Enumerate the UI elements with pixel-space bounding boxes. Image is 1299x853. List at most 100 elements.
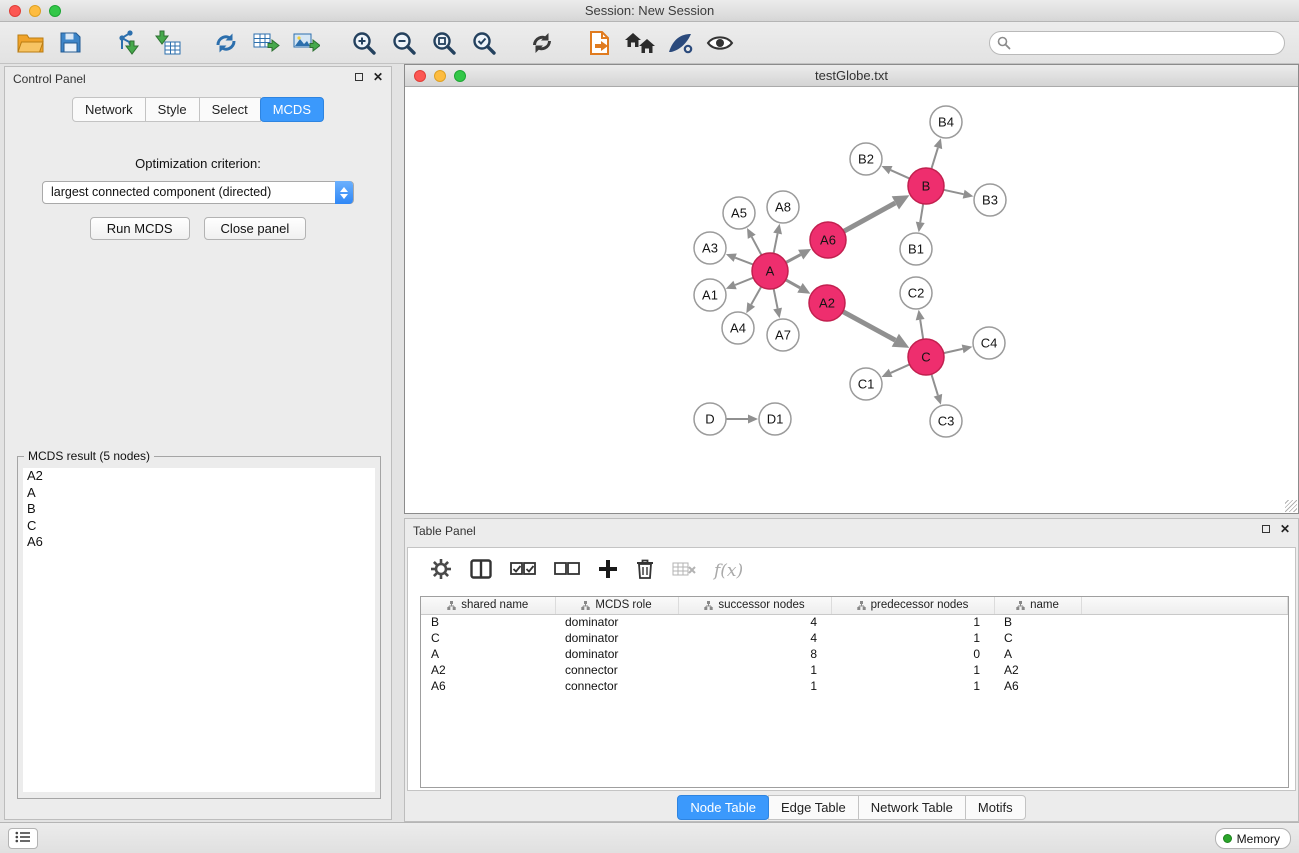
graph-node-C3[interactable]: C3 [930,405,962,437]
task-history-button[interactable] [8,828,38,849]
run-mcds-button[interactable]: Run MCDS [90,217,190,240]
show-columns-icon[interactable] [470,559,492,584]
svg-text:B: B [922,179,931,194]
column-header-shared-name[interactable]: shared name [421,597,555,614]
deselect-all-icon[interactable] [554,562,580,581]
add-row-icon[interactable] [598,559,618,584]
close-window-button[interactable] [9,5,21,17]
zoom-fit-icon[interactable] [428,27,460,59]
graph-node-A3[interactable]: A3 [694,232,726,264]
tab-node-table[interactable]: Node Table [677,795,769,820]
svg-text:A1: A1 [702,288,718,303]
style-brush-icon[interactable] [664,27,696,59]
tab-style[interactable]: Style [145,97,200,122]
column-header-name[interactable]: name [994,597,1081,614]
zoom-out-icon[interactable] [388,27,420,59]
cell: C [994,630,1081,646]
graph-node-C1[interactable]: C1 [850,368,882,400]
tab-mcds[interactable]: MCDS [260,97,324,122]
cell: A [994,646,1081,662]
close-panel-button[interactable]: Close panel [204,217,307,240]
graph-node-D[interactable]: D [694,403,726,435]
window-title: Session: New Session [585,3,714,18]
table-float-panel-icon[interactable] [1262,525,1270,533]
zoom-in-icon[interactable] [348,27,380,59]
result-item-a2[interactable]: A2 [23,468,375,485]
optimization-criterion-label: Optimization criterion: [5,156,391,171]
svg-text:B1: B1 [908,242,924,257]
folder-open-icon[interactable] [14,27,46,59]
tab-edge-table[interactable]: Edge Table [768,795,859,820]
main-toolbar [0,22,1299,64]
zoom-window-button[interactable] [49,5,61,17]
cell: B [421,614,555,630]
graph-node-B1[interactable]: B1 [900,233,932,265]
search-input[interactable] [989,31,1285,55]
minimize-window-button[interactable] [29,5,41,17]
graph-node-D1[interactable]: D1 [759,403,791,435]
zoom-selected-icon[interactable] [468,27,500,59]
result-item-a6[interactable]: A6 [23,534,375,551]
memory-button[interactable]: Memory [1215,828,1291,849]
criterion-dropdown[interactable]: largest connected component (directed) [42,181,354,204]
graph-node-B4[interactable]: B4 [930,106,962,138]
home-icon[interactable] [624,27,656,59]
graph-node-A5[interactable]: A5 [723,197,755,229]
result-item-b[interactable]: B [23,501,375,518]
tab-network[interactable]: Network [72,97,146,122]
graph-node-A7[interactable]: A7 [767,319,799,351]
sync-network-icon[interactable] [210,27,242,59]
graph-node-B2[interactable]: B2 [850,143,882,175]
column-header-predecessor-nodes[interactable]: predecessor nodes [831,597,994,614]
network-minimize-button[interactable] [434,70,446,82]
import-table-icon[interactable] [152,27,184,59]
select-all-icon[interactable] [510,562,536,581]
table-panel: Table Panel ✕ [404,518,1299,822]
column-header-successor-nodes[interactable]: successor nodes [678,597,831,614]
gear-icon[interactable] [430,558,452,585]
result-item-a[interactable]: A [23,485,375,502]
graph-node-C4[interactable]: C4 [973,327,1005,359]
graph-node-B[interactable]: B [908,168,944,204]
graph-node-C2[interactable]: C2 [900,277,932,309]
delete-row-icon[interactable] [636,558,654,584]
graph-node-A4[interactable]: A4 [722,312,754,344]
network-close-button[interactable] [414,70,426,82]
tab-select[interactable]: Select [199,97,261,122]
graph-arrowhead [962,345,973,354]
close-panel-icon[interactable]: ✕ [373,72,383,82]
mcds-result-list: A2ABCA6 [23,468,375,792]
table-row-a[interactable]: Adominator80A [421,646,1288,662]
save-icon[interactable] [54,27,86,59]
graph-node-A[interactable]: A [752,253,788,289]
graph-node-A1[interactable]: A1 [694,279,726,311]
graph-edge-B-B4 [931,148,938,169]
graph-node-C[interactable]: C [908,339,944,375]
refresh-icon[interactable] [526,27,558,59]
network-zoom-button[interactable] [454,70,466,82]
network-canvas[interactable]: B4 B2 B B3 A8 A5 A6 A3 B1 A C2 A1 A2 A4 A7 C4 C C1 C3 D D1 [405,88,1298,513]
export-image-icon[interactable] [290,27,322,59]
export-document-icon[interactable] [584,27,616,59]
table-row-b[interactable]: Bdominator41B [421,614,1288,630]
svg-text:A2: A2 [819,296,835,311]
table-row-a2[interactable]: A2connector11A2 [421,662,1288,678]
graph-node-A6[interactable]: A6 [810,222,846,258]
tab-motifs[interactable]: Motifs [965,795,1026,820]
table-row-c[interactable]: Cdominator41C [421,630,1288,646]
graph-node-A8[interactable]: A8 [767,191,799,223]
export-table-icon[interactable] [250,27,282,59]
tab-network-table[interactable]: Network Table [858,795,966,820]
float-panel-icon[interactable] [355,73,363,81]
graph-node-B3[interactable]: B3 [974,184,1006,216]
import-network-icon[interactable] [112,27,144,59]
result-item-c[interactable]: C [23,518,375,535]
column-header-mcds-role[interactable]: MCDS role [555,597,678,614]
eye-icon[interactable] [704,27,736,59]
graph-node-A2[interactable]: A2 [809,285,845,321]
table-row-a6[interactable]: A6connector11A6 [421,678,1288,694]
delete-table-icon[interactable] [672,561,696,582]
function-builder-icon[interactable]: f(x) [714,561,743,581]
table-close-panel-icon[interactable]: ✕ [1280,524,1290,534]
resize-grip[interactable] [1285,500,1297,512]
